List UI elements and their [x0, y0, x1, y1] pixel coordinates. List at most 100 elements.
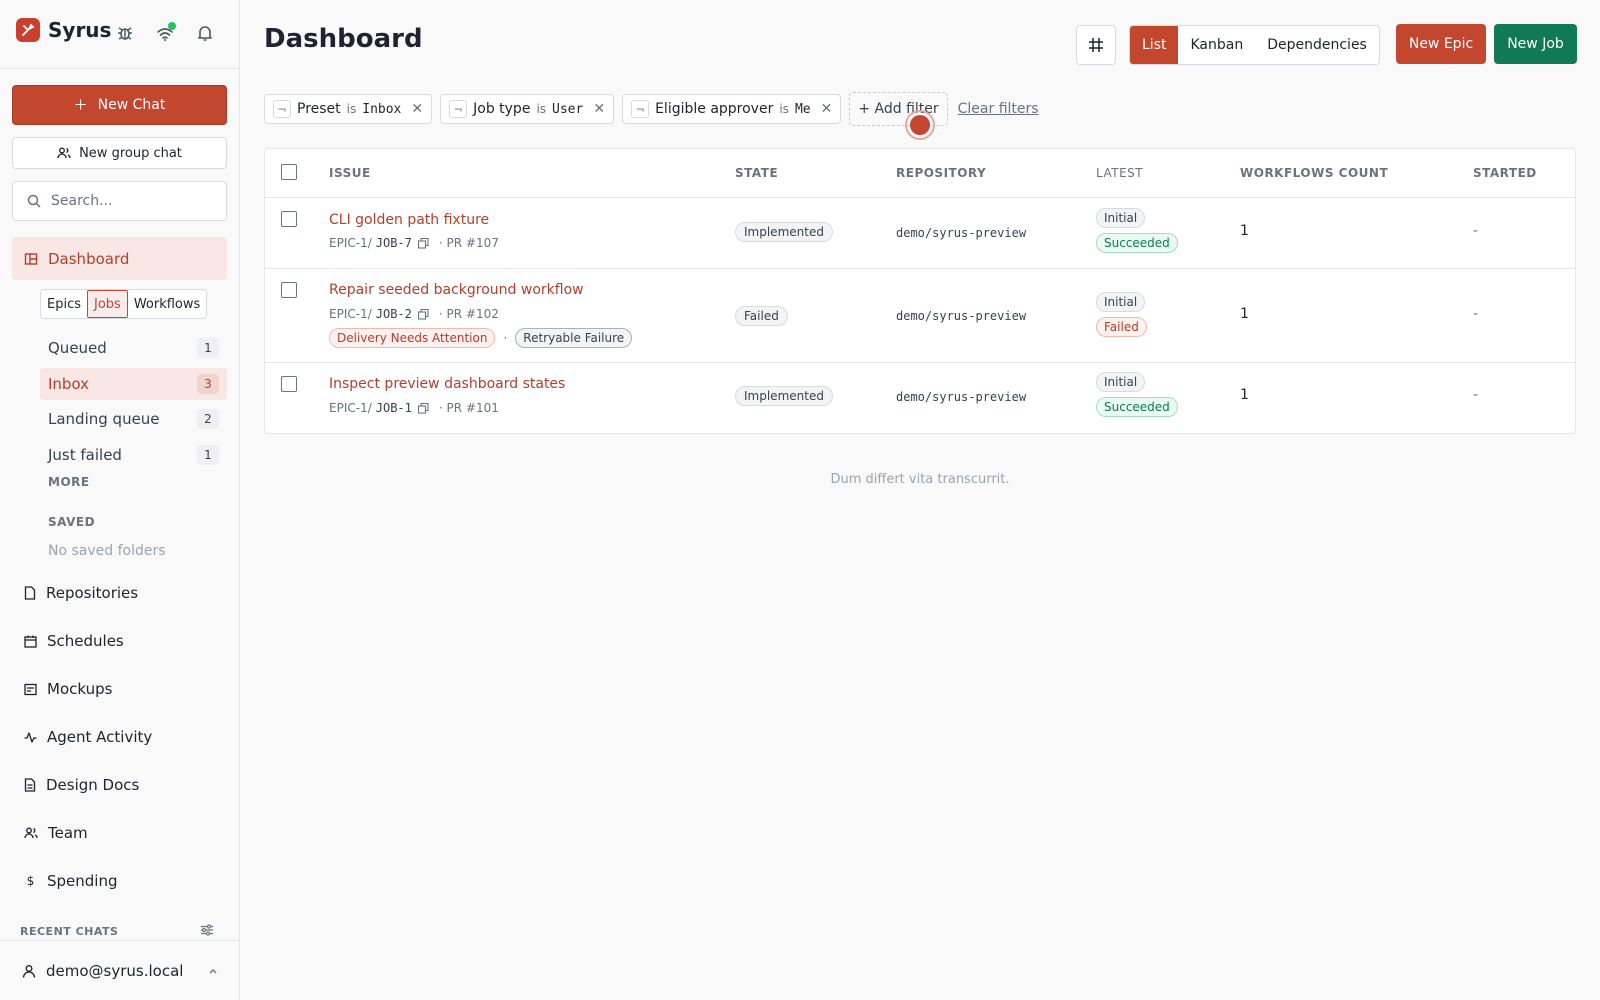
table-row[interactable]: Inspect preview dashboard states EPIC-1/…: [265, 363, 1575, 433]
copy-icon[interactable]: [417, 237, 429, 249]
recent-chats-heading: RECENT CHATS: [20, 925, 119, 938]
issue-meta: EPIC-1/ JOB-7 · PR #107: [329, 236, 499, 250]
filter-value: User: [552, 101, 584, 117]
plus-icon: ＋: [73, 98, 88, 114]
pr-link[interactable]: · PR #107: [439, 236, 499, 250]
filter-chip-eligible-approver[interactable]: ¬ Eligible approver is Me ✕: [622, 94, 842, 124]
status-badge: Succeeded: [1096, 233, 1178, 253]
bug-icon[interactable]: [116, 24, 136, 44]
nav-spending[interactable]: $ Spending: [24, 869, 118, 893]
queue-count: 1: [197, 338, 219, 358]
bell-icon[interactable]: [196, 24, 216, 44]
nav-label: Schedules: [47, 632, 124, 650]
filter-chip-preset[interactable]: ¬ Preset is Inbox ✕: [264, 94, 433, 124]
queue-item-queued[interactable]: Queued 1: [40, 332, 227, 364]
layout-toggle-button[interactable]: [1076, 25, 1116, 65]
queue-item-inbox[interactable]: Inbox 3: [40, 368, 227, 400]
queue-label: Inbox: [48, 375, 90, 393]
select-all-checkbox[interactable]: [281, 164, 297, 180]
epic-id[interactable]: EPIC-1/: [329, 236, 372, 250]
pr-link[interactable]: · PR #101: [439, 401, 499, 415]
user-icon: [22, 964, 36, 978]
epic-id[interactable]: EPIC-1/: [329, 307, 372, 321]
row-checkbox[interactable]: [281, 282, 297, 298]
column-header[interactable]: STARTED: [1473, 166, 1537, 180]
team-icon: [24, 826, 38, 840]
wifi-status-icon[interactable]: [156, 22, 176, 44]
queue-item-landing-queue[interactable]: Landing queue 2: [40, 403, 227, 435]
new-job-button[interactable]: New Job: [1494, 24, 1577, 64]
phase-badge: Initial: [1096, 208, 1146, 228]
copy-icon[interactable]: [417, 308, 429, 320]
new-group-chat-button[interactable]: New group chat: [12, 137, 227, 169]
filter-chip-job-type[interactable]: ¬ Job type is User ✕: [440, 94, 615, 124]
nav-agent-activity[interactable]: Agent Activity: [24, 725, 152, 749]
new-epic-button[interactable]: New Epic: [1396, 24, 1486, 64]
close-icon[interactable]: ✕: [593, 101, 605, 117]
queue-count: 3: [197, 374, 219, 394]
nav-repositories[interactable]: Repositories: [24, 581, 138, 605]
issue-title-link[interactable]: Repair seeded background workflow: [329, 282, 584, 298]
view-type-segment: Epics Jobs Workflows: [40, 289, 208, 319]
nav-label: Spending: [47, 872, 118, 890]
view-kanban[interactable]: Kanban: [1178, 26, 1255, 64]
footer-quote: Dum differt vita transcurrit.: [830, 472, 1010, 487]
copy-icon[interactable]: [417, 402, 429, 414]
started-value: -: [1473, 387, 1479, 403]
new-group-chat-label: New group chat: [79, 145, 182, 161]
nav-team[interactable]: Team: [24, 821, 88, 845]
queue-label: Queued: [48, 339, 107, 357]
nav-schedules[interactable]: Schedules: [24, 629, 124, 653]
sidebar-divider: [0, 68, 240, 69]
jobs-table: ISSUE STATE REPOSITORY LATEST WORKFLOWS …: [264, 148, 1576, 434]
brand[interactable]: Syrus: [16, 18, 111, 42]
nav-mockups[interactable]: Mockups: [24, 677, 112, 701]
table-row[interactable]: CLI golden path fixture EPIC-1/ JOB-7 · …: [265, 198, 1575, 269]
column-header[interactable]: WORKFLOWS COUNT: [1240, 166, 1388, 180]
nav-dashboard[interactable]: Dashboard: [12, 237, 227, 280]
row-checkbox[interactable]: [281, 376, 297, 392]
epic-id[interactable]: EPIC-1/: [329, 401, 372, 415]
queue-item-just-failed[interactable]: Just failed 1: [40, 439, 227, 471]
activity-icon: [24, 731, 37, 744]
clear-filters-link[interactable]: Clear filters: [958, 101, 1039, 117]
file-icon: [24, 586, 36, 600]
view-dependencies[interactable]: Dependencies: [1255, 26, 1379, 64]
segment-epics[interactable]: Epics: [41, 290, 87, 318]
tag-separator: ·: [503, 331, 508, 345]
segment-jobs[interactable]: Jobs: [87, 290, 128, 318]
sliders-icon[interactable]: [200, 924, 214, 936]
pr-link[interactable]: · PR #102: [439, 307, 499, 321]
negate-icon[interactable]: ¬: [273, 100, 291, 118]
column-header[interactable]: REPOSITORY: [896, 166, 986, 180]
nav-design-docs[interactable]: Design Docs: [24, 773, 139, 797]
queue-count: 1: [197, 445, 219, 465]
issue-title-link[interactable]: CLI golden path fixture: [329, 212, 489, 228]
view-list[interactable]: List: [1130, 26, 1179, 64]
column-header[interactable]: ISSUE: [329, 166, 371, 180]
row-checkbox[interactable]: [281, 211, 297, 227]
negate-icon[interactable]: ¬: [631, 100, 650, 118]
job-id: JOB-7: [375, 236, 412, 250]
state-badge: Implemented: [735, 386, 833, 406]
close-icon[interactable]: ✕: [821, 101, 833, 117]
search-input[interactable]: [51, 193, 211, 209]
segment-workflows[interactable]: Workflows: [128, 290, 206, 318]
new-chat-button[interactable]: ＋ New Chat: [12, 85, 227, 125]
sidebar-search[interactable]: [12, 181, 227, 221]
user-menu[interactable]: demo@syrus.local: [0, 940, 240, 1000]
more-toggle[interactable]: MORE: [48, 475, 90, 489]
negate-icon[interactable]: ¬: [449, 100, 468, 118]
table-row[interactable]: Repair seeded background workflow EPIC-1…: [265, 269, 1575, 363]
close-icon[interactable]: ✕: [411, 101, 423, 117]
no-saved-folders: No saved folders: [48, 543, 166, 559]
status-badge: Failed: [1096, 317, 1147, 337]
issue-title-link[interactable]: Inspect preview dashboard states: [329, 376, 565, 392]
nav-label: Repositories: [46, 584, 139, 602]
table-header: ISSUE STATE REPOSITORY LATEST WORKFLOWS …: [265, 149, 1575, 198]
issue-tags: Delivery Needs Attention · Retryable Fai…: [329, 328, 633, 348]
column-header[interactable]: STATE: [735, 166, 778, 180]
cursor-indicator: [905, 110, 935, 140]
saved-heading: SAVED: [48, 515, 96, 529]
column-header[interactable]: LATEST: [1096, 166, 1143, 180]
